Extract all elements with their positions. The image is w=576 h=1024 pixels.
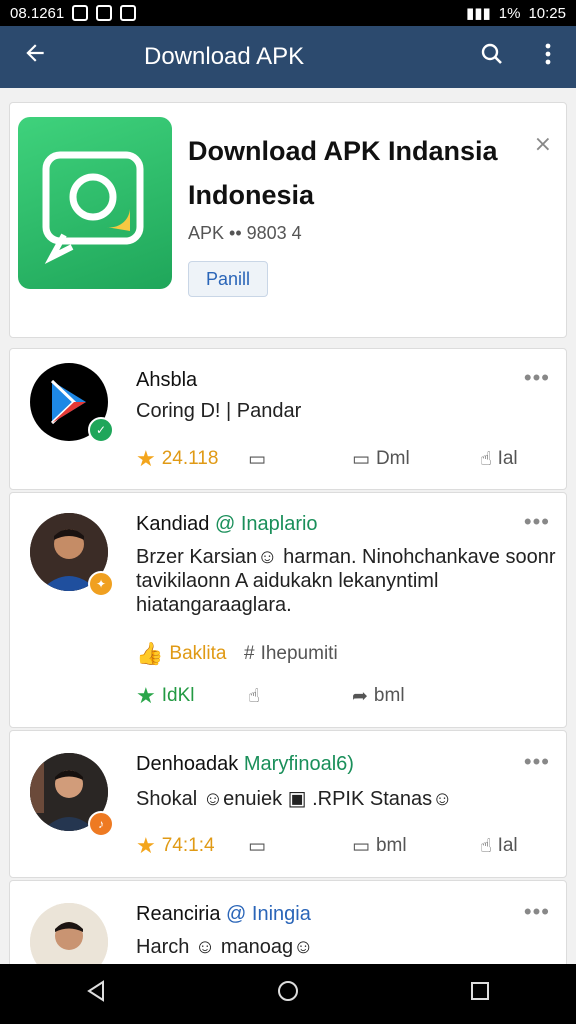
post-card[interactable]: ♪ Denhoadak Maryfinoal6) ••• Shokal ☺enu… xyxy=(9,730,567,878)
back-arrow-icon[interactable] xyxy=(0,40,70,74)
app-info-card[interactable]: Download APK Indansia Indonesia APK •• 9… xyxy=(9,102,567,338)
back-nav-icon[interactable] xyxy=(85,979,107,1009)
app-title-line1: Download APK Indansia xyxy=(188,136,498,166)
comment-button[interactable]: ▭ xyxy=(248,831,266,861)
post-card[interactable]: Reanciria @ Iningia ••• Harch ☺ manoag☺ xyxy=(9,880,567,964)
post-handle[interactable]: Maryfinoal6) xyxy=(244,753,354,775)
star-icon: ★ xyxy=(136,833,156,858)
post-body: Coring D! | Pandar xyxy=(136,400,302,422)
notification-icon xyxy=(120,5,137,21)
post-author-line: Reanciria @ Iningia xyxy=(136,903,311,926)
status-bar: 08.1261 ▮▮▮ 1% 10:25 xyxy=(0,0,576,26)
star-rating[interactable]: ★ 74:1:4 xyxy=(136,831,215,861)
share-value: bml xyxy=(375,835,407,856)
rating-value: IdKl xyxy=(161,685,195,706)
post-card[interactable]: ✦ Kandiad @ Inaplario ••• Brzer Karsian☺… xyxy=(9,492,567,728)
post-handle[interactable]: @ Iningia xyxy=(226,903,311,925)
app-title: Download APK Indansia Indonesia xyxy=(188,129,528,217)
like-button[interactable]: ☝ Ial xyxy=(480,444,518,474)
post-sub-stats: 👍 Baklita # Ihepumiti xyxy=(136,639,556,669)
post-author: Ahsbla xyxy=(136,369,198,391)
star-rating[interactable]: ★ 24.118 xyxy=(136,444,218,474)
like-button[interactable]: ☝ Ial xyxy=(480,831,518,861)
system-nav-bar xyxy=(0,964,576,1024)
recents-nav-icon[interactable] xyxy=(469,980,491,1009)
like-stat-value: Baklita xyxy=(169,643,227,664)
like-value: Ial xyxy=(497,835,518,856)
comment-icon: ▭ xyxy=(248,448,266,470)
rating-value: 24.118 xyxy=(161,448,219,469)
close-icon[interactable]: ⨯ xyxy=(534,131,552,157)
status-right: ▮▮▮ 1% 10:25 xyxy=(466,4,566,23)
like-button[interactable]: ☝ xyxy=(248,681,260,711)
post-author-line: Kandiad @ Inaplario xyxy=(136,513,318,536)
install-pill-button[interactable]: Panill xyxy=(188,261,268,297)
status-time: 10:25 xyxy=(528,4,566,22)
app-bar: Download APK xyxy=(0,26,576,88)
more-options-icon[interactable]: ••• xyxy=(524,899,550,925)
search-icon[interactable] xyxy=(464,42,520,73)
post-body: Harch ☺ manoag☺ xyxy=(136,936,314,958)
signal-icon: ▮▮▮ xyxy=(466,5,491,22)
share-button[interactable]: ▭ bml xyxy=(352,831,407,861)
badge-icon: ♪ xyxy=(88,811,114,837)
avatar[interactable] xyxy=(30,903,108,964)
rating-value: 74:1:4 xyxy=(161,835,215,856)
more-options-icon[interactable]: ••• xyxy=(524,365,550,391)
extra-stat: # Ihepumiti xyxy=(244,639,338,669)
app-title-line2: Indonesia xyxy=(188,180,315,210)
app-icon xyxy=(18,117,172,289)
star-icon: ★ xyxy=(136,683,156,708)
more-options-icon[interactable]: ••• xyxy=(524,509,550,535)
more-vert-icon[interactable] xyxy=(520,42,576,73)
thumbs-up-icon: ☝ xyxy=(248,685,260,707)
like-value: Ial xyxy=(497,448,518,469)
post-author-line: Denhoadak Maryfinoal6) xyxy=(136,753,354,776)
thumbs-up-icon: 👍 xyxy=(136,641,164,666)
post-author: Denhoadak xyxy=(136,753,239,775)
like-stat[interactable]: 👍 Baklita xyxy=(136,639,226,669)
post-body: Brzer Karsian☺ harman. Ninohchankave soo… xyxy=(136,546,556,616)
message-icon: ▭ xyxy=(352,448,370,470)
message-icon: ▭ xyxy=(352,835,370,857)
thumbs-up-icon: ☝ xyxy=(480,448,492,470)
share-value: Dml xyxy=(375,448,410,469)
content-scroll[interactable]: Download APK Indansia Indonesia APK •• 9… xyxy=(0,88,576,964)
app-meta: APK •• 9803 4 xyxy=(188,223,302,243)
star-icon: ★ xyxy=(136,446,156,471)
post-handle[interactable]: @ Inaplario xyxy=(215,513,318,535)
verified-badge-icon: ✓ xyxy=(88,417,114,443)
home-nav-icon[interactable] xyxy=(276,979,300,1010)
post-actions: ★ IdKl ☝ ➦ bml xyxy=(136,681,556,711)
post-author: Kandiad xyxy=(136,513,210,535)
more-options-icon[interactable]: ••• xyxy=(524,749,550,775)
status-left-text: 08.1261 xyxy=(10,4,65,22)
share-button[interactable]: ▭ Dml xyxy=(352,444,410,474)
post-actions: ★ 74:1:4 ▭ ▭ bml ☝ Ial xyxy=(136,831,556,861)
notification-icon xyxy=(72,5,89,21)
share-value: bml xyxy=(373,685,405,706)
share-icon: ➦ xyxy=(352,685,368,707)
post-body: Shokal ☺enuiek ▣ .RPIK Stanas☺ xyxy=(136,788,453,810)
comment-icon: ▭ xyxy=(248,835,266,857)
post-author: Reanciria xyxy=(136,903,221,925)
post-card[interactable]: ✓ Ahsbla ••• Coring D! | Pandar ★ 24.118… xyxy=(9,348,567,490)
extra-stat-value: Ihepumiti xyxy=(260,643,338,664)
hash-icon: # xyxy=(244,643,255,664)
app-bar-title: Download APK xyxy=(144,43,305,70)
thumbs-up-icon: ☝ xyxy=(480,835,492,857)
notification-icon xyxy=(96,5,113,21)
comment-button[interactable]: ▭ xyxy=(248,444,266,474)
badge-icon: ✦ xyxy=(88,571,114,597)
star-rating[interactable]: ★ IdKl xyxy=(136,681,194,711)
battery-percent: 1% xyxy=(498,4,521,22)
status-left: 08.1261 xyxy=(10,4,137,22)
share-button[interactable]: ➦ bml xyxy=(352,681,405,711)
post-actions: ★ 24.118 ▭ ▭ Dml ☝ Ial xyxy=(136,444,556,474)
